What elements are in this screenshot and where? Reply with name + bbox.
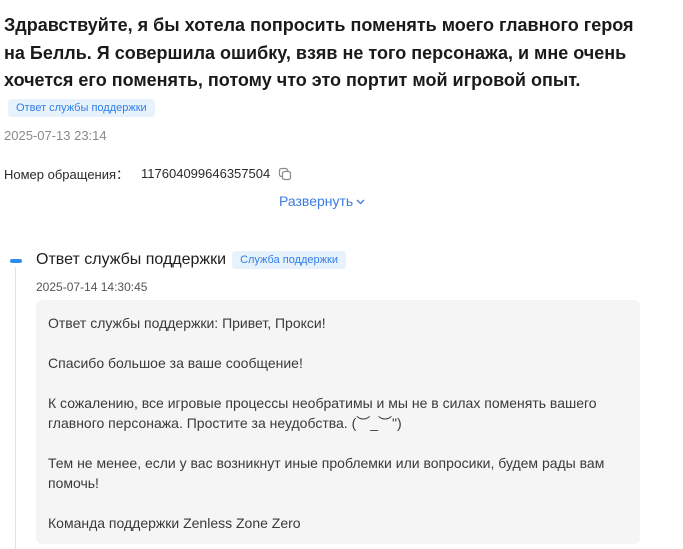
reply-paragraph: Команда поддержки Zenless Zone Zero <box>48 515 301 531</box>
reply-paragraph: Ответ службы поддержки: Привет, Прокси! <box>48 315 326 331</box>
ticket-detail-page: Здравствуйте, я бы хотела попросить поме… <box>0 0 683 549</box>
expand-button[interactable]: Развернуть <box>279 193 365 209</box>
expand-label: Развернуть <box>279 193 354 209</box>
reply-date: 2025-07-14 14:30:45 <box>36 280 148 294</box>
ticket-number-row: Номер обращения： 117604099646357504 <box>4 164 292 183</box>
ticket-number-label: Номер обращения： <box>4 167 130 182</box>
timeline-marker <box>10 259 22 263</box>
chevron-down-icon <box>356 199 365 204</box>
reply-header: Ответ службы поддержки Служба поддержки <box>36 251 346 269</box>
reply-paragraph: Спасибо большое за ваше сообщение! <box>48 355 303 371</box>
question-block: Здравствуйте, я бы хотела попросить поме… <box>4 12 644 122</box>
timeline-line <box>15 267 16 549</box>
reply-paragraph: К сожалению, все игровые процессы необра… <box>48 395 597 431</box>
question-date: 2025-07-13 23:14 <box>4 128 107 143</box>
reply-author-tag: Служба поддержки <box>232 251 346 269</box>
reply-paragraph: Тем не менее, если у вас возникнут иные … <box>48 455 605 491</box>
ticket-number-value: 117604099646357504 <box>141 166 271 181</box>
question-status-tag: Ответ службы поддержки <box>8 98 155 117</box>
copy-icon[interactable] <box>278 167 292 181</box>
reply-message-box: Ответ службы поддержки: Привет, Прокси! … <box>36 300 640 544</box>
reply-title: Ответ службы поддержки <box>36 251 227 268</box>
question-text: Здравствуйте, я бы хотела попросить поме… <box>4 15 634 90</box>
